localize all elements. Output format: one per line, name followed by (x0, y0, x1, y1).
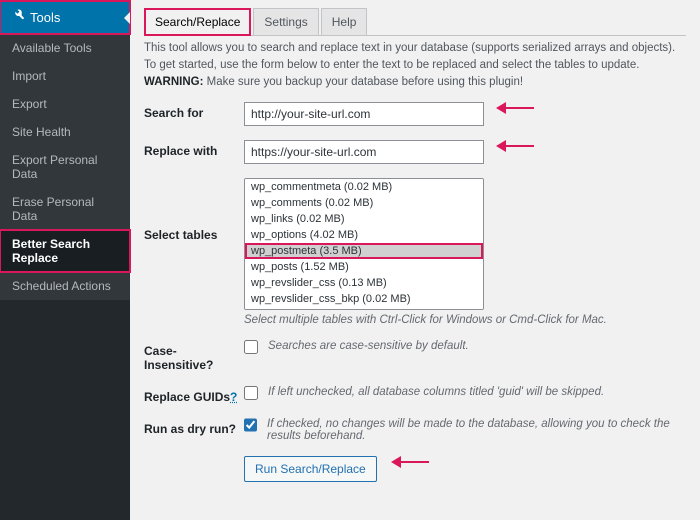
run-search-replace-button[interactable]: Run Search/Replace (244, 456, 377, 482)
sidebar-section-label: Tools (30, 10, 60, 25)
sidebar-section-tools[interactable]: Tools (0, 1, 130, 34)
table-option[interactable]: wp_revslider_layer_animations (0.02 MB) (245, 307, 483, 310)
dry-run-checkbox[interactable] (244, 418, 257, 432)
tab-bar: Search/Replace Settings Help (144, 8, 686, 36)
help-icon[interactable]: ? (230, 390, 237, 404)
case-insensitive-desc: Searches are case-sensitive by default. (268, 340, 469, 352)
table-option[interactable]: wp_comments (0.02 MB) (245, 195, 483, 211)
select-tables-list[interactable]: wp_commentmeta (0.02 MB) wp_comments (0.… (244, 178, 484, 310)
intro-text: This tool allows you to search and repla… (144, 42, 686, 88)
wrench-icon (10, 9, 24, 26)
replace-guids-desc: If left unchecked, all database columns … (268, 386, 604, 398)
sidebar-item-available-tools[interactable]: Available Tools (0, 34, 130, 62)
select-tables-label: Select tables (144, 178, 244, 242)
intro-line-1: This tool allows you to search and repla… (144, 42, 686, 54)
tab-search-replace[interactable]: Search/Replace (144, 8, 251, 36)
sidebar-item-import[interactable]: Import (0, 62, 130, 90)
sidebar-item-better-search-replace[interactable]: Better Search Replace (0, 230, 130, 272)
dry-run-desc: If checked, no changes will be made to t… (267, 418, 686, 442)
sidebar-item-scheduled-actions[interactable]: Scheduled Actions (0, 272, 130, 300)
annotation-arrow-icon (391, 456, 429, 468)
search-replace-form: Search for Replace with Select tables wp… (144, 102, 686, 482)
replace-with-input[interactable] (244, 140, 484, 164)
table-option[interactable]: wp_commentmeta (0.02 MB) (245, 179, 483, 195)
admin-sidebar: Tools Available Tools Import Export Site… (0, 0, 130, 520)
table-option[interactable]: wp_revslider_css (0.13 MB) (245, 275, 483, 291)
table-option[interactable]: wp_options (4.02 MB) (245, 227, 483, 243)
sidebar-item-export-personal-data[interactable]: Export Personal Data (0, 146, 130, 188)
intro-warning: WARNING: Make sure you backup your datab… (144, 76, 686, 88)
table-option[interactable]: wp_revslider_css_bkp (0.02 MB) (245, 291, 483, 307)
case-insensitive-checkbox[interactable] (244, 340, 258, 354)
table-option-selected[interactable]: wp_postmeta (3.5 MB) (245, 243, 483, 259)
warning-label: WARNING: (144, 76, 203, 88)
annotation-arrow-icon (496, 102, 534, 114)
case-insensitive-label: Case-Insensitive? (144, 340, 244, 372)
warning-text: Make sure you backup your database befor… (203, 76, 523, 88)
tab-help[interactable]: Help (321, 8, 368, 36)
table-option[interactable]: wp_posts (1.52 MB) (245, 259, 483, 275)
sidebar-item-site-health[interactable]: Site Health (0, 118, 130, 146)
table-option[interactable]: wp_links (0.02 MB) (245, 211, 483, 227)
annotation-arrow-icon (496, 140, 534, 152)
sidebar-submenu: Available Tools Import Export Site Healt… (0, 34, 130, 300)
intro-line-2: To get started, use the form below to en… (144, 59, 686, 71)
tab-settings[interactable]: Settings (253, 8, 318, 36)
select-tables-desc: Select multiple tables with Ctrl-Click f… (244, 314, 607, 326)
sidebar-item-erase-personal-data[interactable]: Erase Personal Data (0, 188, 130, 230)
search-for-input[interactable] (244, 102, 484, 126)
dry-run-label: Run as dry run? (144, 418, 244, 436)
replace-guids-checkbox[interactable] (244, 386, 258, 400)
sidebar-item-export[interactable]: Export (0, 90, 130, 118)
main-content: Search/Replace Settings Help This tool a… (130, 0, 700, 520)
replace-guids-label: Replace GUIDs? (144, 386, 244, 404)
replace-with-label: Replace with (144, 140, 244, 158)
search-for-label: Search for (144, 102, 244, 120)
